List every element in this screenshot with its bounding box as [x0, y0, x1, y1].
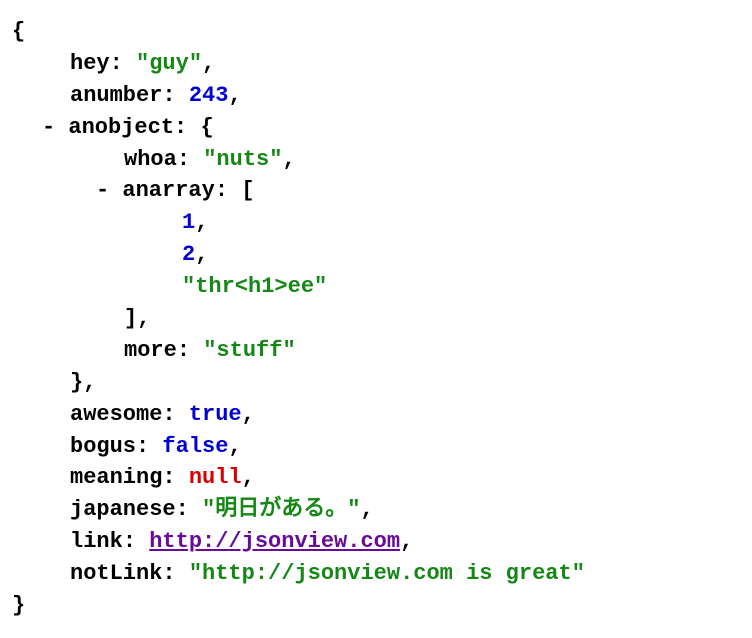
prop-meaning: meaning: null, — [12, 462, 740, 494]
array-close: ], — [12, 303, 740, 335]
prop-bogus: bogus: false, — [12, 431, 740, 463]
collapse-toggle-anobject[interactable]: - — [42, 115, 55, 140]
prop-more: more: "stuff" — [12, 335, 740, 367]
object-close-brace: } — [12, 590, 740, 622]
prop-awesome: awesome: true, — [12, 399, 740, 431]
array-item-1: 2, — [12, 239, 740, 271]
array-item-0: 1, — [12, 207, 740, 239]
array-item-2: "thr<h1>ee" — [12, 271, 740, 303]
prop-japanese: japanese: "明日がある。", — [12, 494, 740, 526]
anobject-close: }, — [12, 367, 740, 399]
object-open-brace: { — [12, 16, 740, 48]
link-url[interactable]: http://jsonview.com — [149, 529, 400, 554]
collapse-toggle-anarray[interactable]: - — [96, 178, 109, 203]
prop-whoa: whoa: "nuts", — [12, 144, 740, 176]
prop-link: link: http://jsonview.com, — [12, 526, 740, 558]
prop-hey: hey: "guy", — [12, 48, 740, 80]
prop-notlink: notLink: "http://jsonview.com is great" — [12, 558, 740, 590]
prop-anumber: anumber: 243, — [12, 80, 740, 112]
prop-anarray-header: - anarray: [ — [12, 175, 740, 207]
prop-anobject-header: - anobject: { — [12, 112, 740, 144]
